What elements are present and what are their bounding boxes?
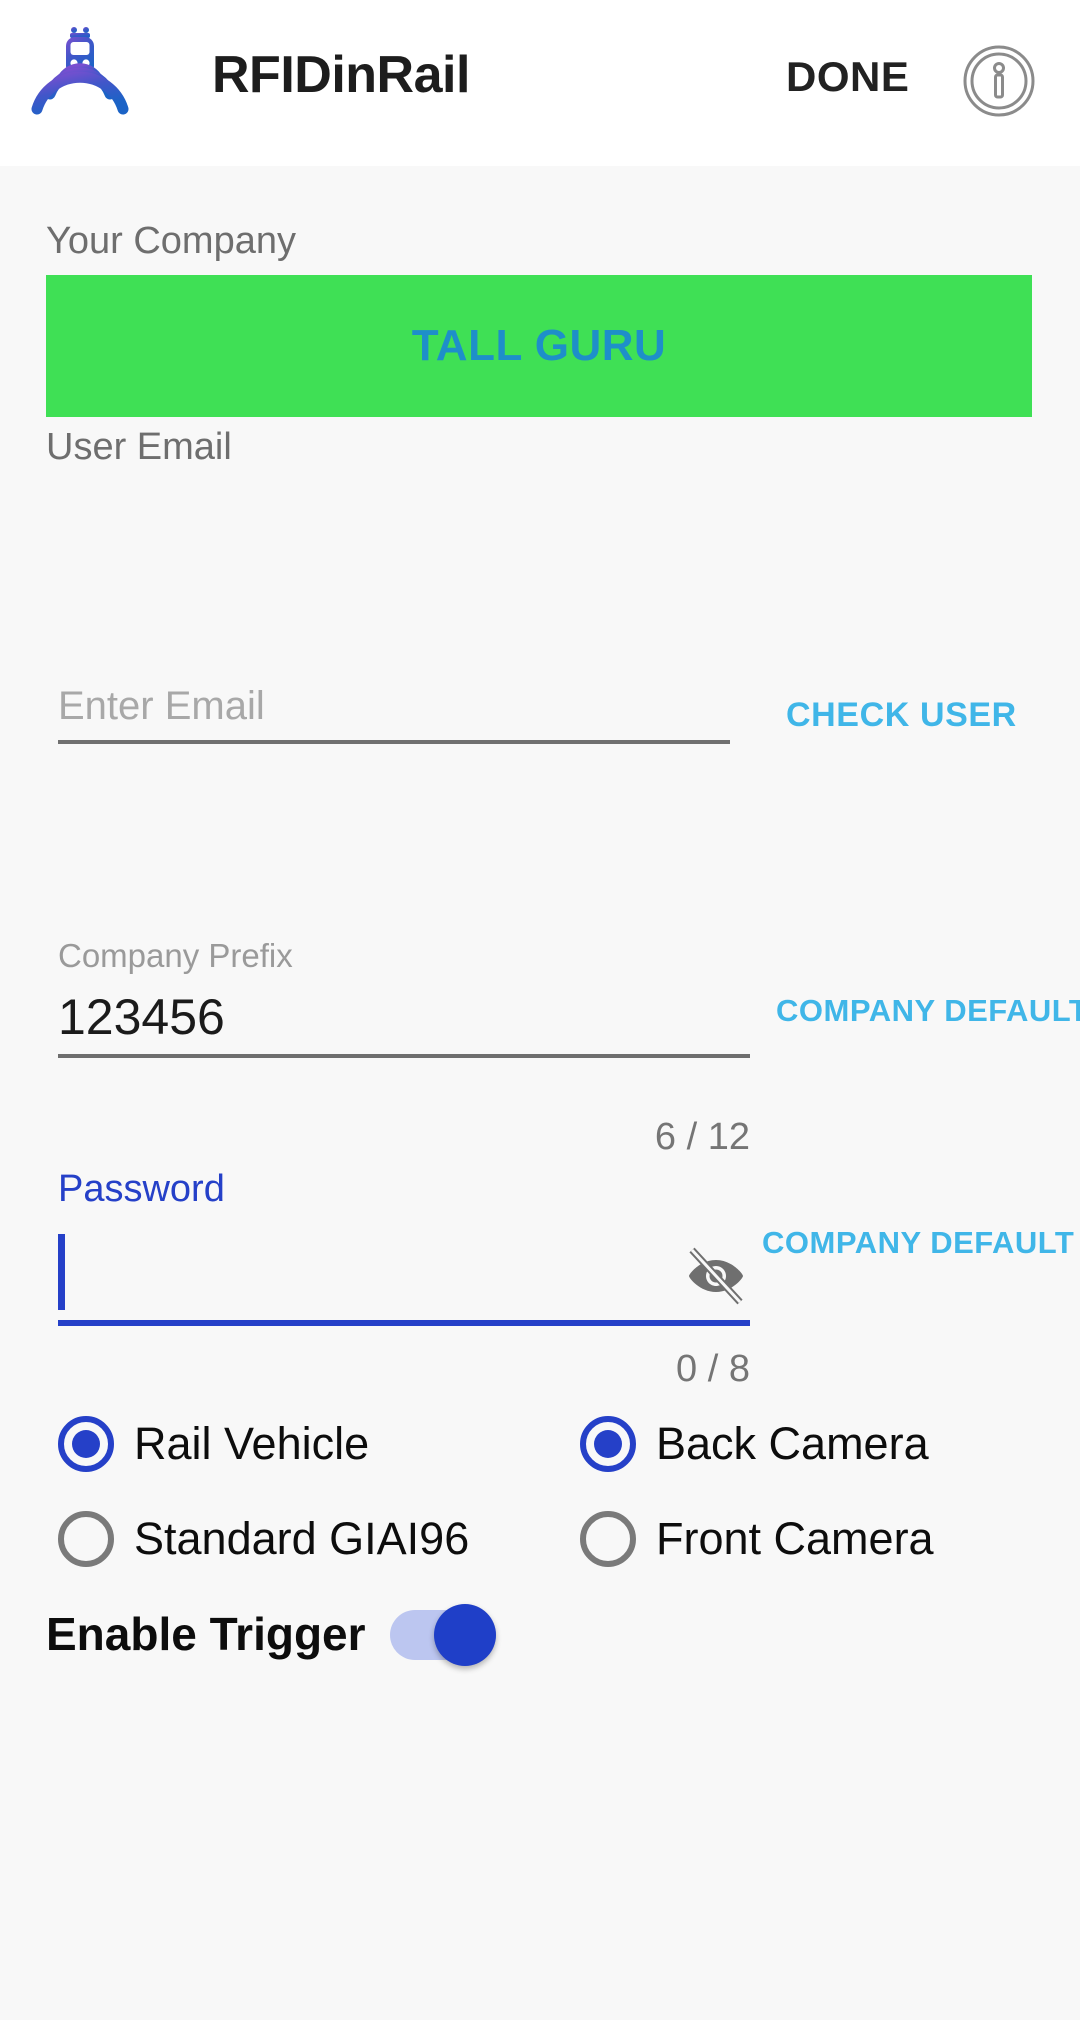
radio-rail-vehicle[interactable]: Rail Vehicle xyxy=(58,1416,369,1472)
app-screen: RFIDinRail DONE Your Company TALL GURU U… xyxy=(0,0,1080,2020)
password-input[interactable] xyxy=(58,1226,618,1320)
radio-checked-icon xyxy=(580,1416,636,1472)
email-input[interactable] xyxy=(58,680,730,744)
radio-unchecked-icon xyxy=(580,1511,636,1567)
password-field[interactable] xyxy=(58,1226,750,1326)
radio-standard-giai96[interactable]: Standard GIAI96 xyxy=(58,1511,469,1567)
password-counter: 0 / 8 xyxy=(676,1348,750,1390)
company-banner-button[interactable]: TALL GURU xyxy=(46,275,1032,417)
settings-form: Your Company TALL GURU User Email CHECK … xyxy=(0,166,1080,2020)
radio-unchecked-icon xyxy=(58,1511,114,1567)
password-label: Password xyxy=(58,1168,225,1210)
radio-front-camera[interactable]: Front Camera xyxy=(580,1511,934,1567)
app-title: RFIDinRail xyxy=(212,46,470,104)
radio-checked-icon xyxy=(58,1416,114,1472)
enable-trigger-row: Enable Trigger xyxy=(46,1604,500,1666)
radio-front-camera-label: Front Camera xyxy=(656,1513,934,1564)
enable-trigger-toggle[interactable] xyxy=(389,1604,500,1666)
app-bar: RFIDinRail DONE xyxy=(0,0,1080,166)
info-circle-icon[interactable] xyxy=(962,44,1036,118)
company-prefix-input[interactable] xyxy=(58,986,750,1058)
enable-trigger-label: Enable Trigger xyxy=(46,1608,366,1660)
user-email-label: User Email xyxy=(46,426,232,468)
eye-off-icon[interactable] xyxy=(680,1240,752,1312)
radio-back-camera-label: Back Camera xyxy=(656,1418,929,1469)
radio-back-camera[interactable]: Back Camera xyxy=(580,1416,929,1472)
company-prefix-label: Company Prefix xyxy=(58,937,293,974)
company-prefix-counter: 6 / 12 xyxy=(654,1116,750,1158)
toggle-thumb xyxy=(433,1604,496,1666)
train-rfid-logo-icon xyxy=(18,18,140,140)
company-banner-label: TALL GURU xyxy=(411,321,667,370)
radio-standard-giai96-label: Standard GIAI96 xyxy=(134,1513,470,1564)
company-default-password-button[interactable]: COMPANY DEFAULT xyxy=(762,1224,1074,1262)
company-label: Your Company xyxy=(46,220,296,262)
radio-rail-vehicle-label: Rail Vehicle xyxy=(134,1418,370,1469)
done-button[interactable]: DONE xyxy=(786,52,909,102)
check-user-button[interactable]: CHECK USER xyxy=(786,694,1017,736)
company-default-prefix-button[interactable]: COMPANY DEFAULT xyxy=(776,992,1080,1030)
